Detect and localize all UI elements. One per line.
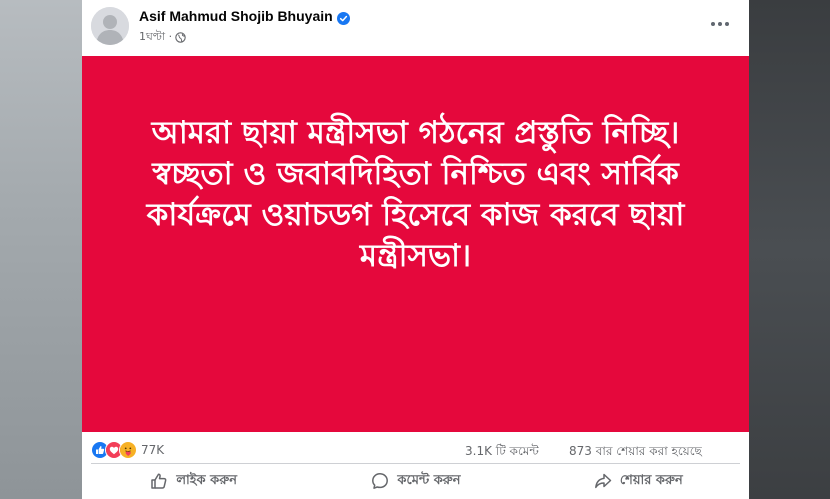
more-options-button[interactable] <box>704 12 736 36</box>
reaction-count: 77K <box>141 443 165 457</box>
post-card: Asif Mahmud Shojib Bhuyain 1ঘণ্টা · আমরা… <box>82 0 749 499</box>
verified-badge-icon <box>336 10 350 25</box>
share-button-label: শেয়ার করুন <box>619 472 683 488</box>
globe-icon <box>175 32 186 43</box>
care-reaction-icon <box>119 441 137 459</box>
author-row: Asif Mahmud Shojib Bhuyain <box>139 8 350 25</box>
thumbs-up-icon <box>151 473 167 489</box>
post-meta: 1ঘণ্টা · <box>139 28 186 47</box>
comment-bubble-icon <box>372 473 389 489</box>
post-text: আমরা ছায়া মন্ত্রীসভা গঠনের প্রস্তুতি নি… <box>102 113 729 277</box>
share-arrow-icon <box>594 473 612 489</box>
comment-count[interactable]: 3.1K টি কমেন্ট <box>465 443 539 463</box>
post-header: Asif Mahmud Shojib Bhuyain 1ঘণ্টা · <box>82 0 749 56</box>
post-stats: 77K 3.1K টি কমেন্ট 873 বার শেয়ার করা হয… <box>82 437 749 461</box>
stats-divider <box>91 463 740 464</box>
post-text-line: আমরা ছায়া মন্ত্রীসভা গঠনের প্রস্তুতি নি… <box>151 115 680 151</box>
post-text-line: স্বচ্ছতা ও জবাবদিহিতা নিশ্চিত এবং সার্বি… <box>152 156 679 192</box>
more-options-icon <box>711 22 729 26</box>
avatar[interactable] <box>91 7 129 45</box>
like-button-label: লাইক করুন <box>176 472 237 488</box>
share-count[interactable]: 873 বার শেয়ার করা হয়েছে <box>569 443 702 463</box>
post-timestamp[interactable]: 1ঘণ্টা · <box>139 28 172 47</box>
like-button[interactable]: লাইক করুন <box>82 466 304 496</box>
background-right <box>749 0 830 499</box>
avatar-placeholder-icon <box>91 7 129 45</box>
reactions-summary[interactable]: 77K <box>91 441 164 459</box>
post-text-line: কার্যক্রমে ওয়াচডগ হিসেবে কাজ করবে ছায়া <box>146 197 685 233</box>
share-button[interactable]: শেয়ার করুন <box>527 466 749 496</box>
comment-button-label: কমেন্ট করুন <box>397 472 461 488</box>
comment-button[interactable]: কমেন্ট করুন <box>304 466 526 496</box>
post-text-line: মন্ত্রীসভা। <box>359 238 472 274</box>
background-left <box>0 0 82 499</box>
post-actions: লাইক করুন কমেন্ট করুন শেয়ার করুন <box>82 466 749 496</box>
author-name[interactable]: Asif Mahmud Shojib Bhuyain <box>139 8 333 24</box>
